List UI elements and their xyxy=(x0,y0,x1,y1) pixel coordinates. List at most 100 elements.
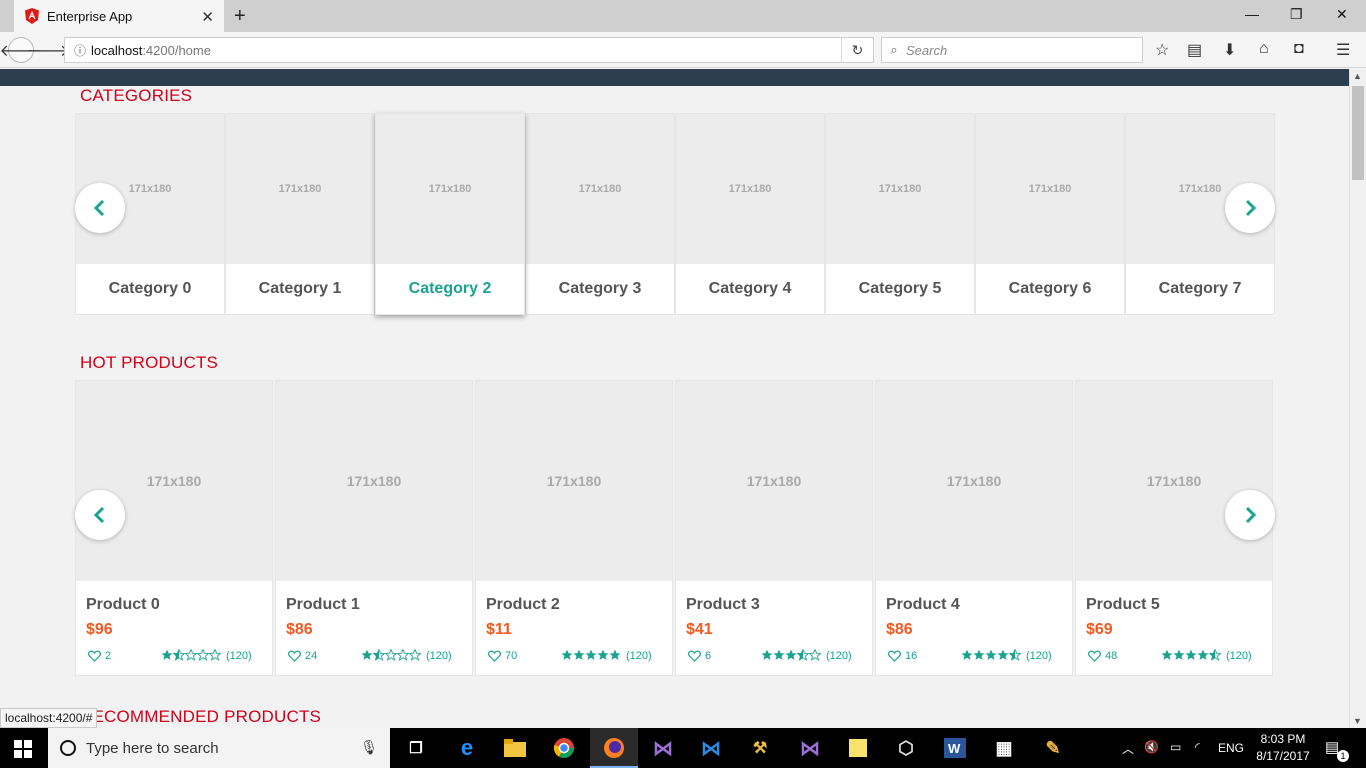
product-name[interactable]: Product 0 xyxy=(86,596,160,614)
product-card[interactable]: 171x180 Product 4 $86 16 (120) xyxy=(875,380,1073,676)
volume-icon[interactable]: 🔇 xyxy=(1144,740,1159,754)
chrome-icon[interactable] xyxy=(552,736,576,760)
rating-stars xyxy=(961,649,1021,661)
heart-icon[interactable] xyxy=(288,650,301,662)
file-explorer-icon[interactable] xyxy=(503,736,527,760)
star-icon xyxy=(373,649,385,661)
product-likes[interactable]: 2 xyxy=(88,650,111,662)
pocket-icon[interactable]: ◘ xyxy=(1294,40,1304,58)
category-card[interactable]: 171x180 Category 4 xyxy=(675,113,825,315)
product-likes[interactable]: 48 xyxy=(1088,650,1117,662)
chevron-right-icon xyxy=(1245,199,1257,217)
heart-icon[interactable] xyxy=(88,650,101,662)
virtualbox-icon[interactable]: ⬡ xyxy=(894,736,918,760)
likes-count: 24 xyxy=(305,650,318,662)
product-name[interactable]: Product 4 xyxy=(886,596,960,614)
product-image-placeholder: 171x180 xyxy=(876,381,1072,581)
url-bar[interactable]: ⓘ localhost :4200/home ↻ xyxy=(64,37,874,63)
heart-icon[interactable] xyxy=(488,650,501,662)
products-prev-button[interactable] xyxy=(75,490,125,540)
battery-icon[interactable]: ▭ xyxy=(1170,740,1181,754)
categories-prev-button[interactable] xyxy=(75,183,125,233)
category-label: Category 1 xyxy=(258,280,342,297)
product-name[interactable]: Product 3 xyxy=(686,596,760,614)
menu-icon[interactable]: ☰ xyxy=(1336,40,1350,60)
firefox-icon[interactable] xyxy=(602,736,626,760)
search-icon: ⌕ xyxy=(890,42,898,57)
product-card[interactable]: 171x180 Product 1 $86 24 (120) xyxy=(275,380,473,676)
star-icon xyxy=(161,649,173,660)
tray-expand-icon[interactable]: ︿ xyxy=(1122,740,1134,757)
microphone-icon[interactable]: 🎙 xyxy=(360,739,378,756)
product-card[interactable]: 171x180 Product 2 $11 70 (120) xyxy=(475,380,673,676)
notification-count-badge: 1 xyxy=(1337,750,1349,762)
review-count: (120) xyxy=(226,650,252,662)
edge-icon[interactable]: e xyxy=(455,735,479,760)
product-name[interactable]: Product 2 xyxy=(486,596,560,614)
star-icon xyxy=(1009,649,1021,661)
scroll-down-icon[interactable]: ▼ xyxy=(1353,716,1362,726)
status-url-tooltip: localhost:4200/# xyxy=(0,708,98,728)
browser-search-input[interactable]: ⌕ Search xyxy=(881,37,1143,63)
products-next-button[interactable] xyxy=(1225,490,1275,540)
new-tab-icon[interactable]: + xyxy=(234,5,246,28)
forward-icon[interactable]: 🡒 xyxy=(27,40,70,60)
visual-studio-2-icon[interactable]: ⋈ xyxy=(798,736,822,760)
product-name[interactable]: Product 1 xyxy=(286,596,360,614)
reload-icon[interactable]: ↻ xyxy=(841,38,873,62)
product-card[interactable]: 171x180 Product 3 $41 6 (120) xyxy=(675,380,873,676)
star-icon xyxy=(1173,649,1185,660)
word-icon[interactable]: W xyxy=(943,736,967,760)
task-view-icon[interactable]: ❐ xyxy=(404,736,428,760)
chevron-right-icon xyxy=(1245,506,1257,524)
calculator-icon[interactable]: ▦ xyxy=(992,736,1016,760)
vscode-icon[interactable]: ⋈ xyxy=(699,736,723,760)
bookmark-star-icon[interactable]: ☆ xyxy=(1155,40,1169,60)
reader-list-icon[interactable]: ▤ xyxy=(1187,40,1202,60)
scroll-thumb[interactable] xyxy=(1352,86,1364,180)
tools-icon[interactable]: ⚒ xyxy=(748,736,772,760)
category-card[interactable]: 171x180 Category 1 xyxy=(225,113,375,315)
product-price: $69 xyxy=(1086,621,1113,638)
taskbar-search-input[interactable]: Type here to search 🎙 xyxy=(48,728,390,768)
download-icon[interactable]: ⬇ xyxy=(1223,40,1236,60)
cortana-icon xyxy=(60,740,76,756)
categories-next-button[interactable] xyxy=(1225,183,1275,233)
product-name[interactable]: Product 5 xyxy=(1086,596,1160,614)
heart-icon[interactable] xyxy=(1088,650,1101,662)
product-likes[interactable]: 6 xyxy=(688,650,711,662)
window-close-icon[interactable]: ✕ xyxy=(1336,6,1348,23)
language-indicator[interactable]: ENG xyxy=(1218,741,1244,755)
site-info-icon[interactable]: ⓘ xyxy=(69,42,91,59)
close-tab-icon[interactable]: ✕ xyxy=(201,8,214,26)
visual-studio-icon[interactable]: ⋈ xyxy=(651,736,675,760)
likes-count: 70 xyxy=(505,650,518,662)
restore-icon[interactable]: ❐ xyxy=(1290,6,1303,23)
scroll-up-icon[interactable]: ▲ xyxy=(1353,71,1362,81)
category-card[interactable]: 171x180 Category 5 xyxy=(825,113,975,315)
category-card[interactable]: 171x180 Category 6 xyxy=(975,113,1125,315)
star-icon xyxy=(173,649,185,661)
heart-icon[interactable] xyxy=(888,650,901,662)
category-card[interactable]: 171x180 Category 2 xyxy=(375,113,525,315)
windows-start-icon[interactable] xyxy=(14,740,32,763)
taskbar-search-placeholder: Type here to search xyxy=(86,739,219,757)
recommended-title: RECOMMENDED PRODUCTS xyxy=(80,707,322,726)
paint-icon[interactable]: ✎ xyxy=(1041,736,1065,760)
minimize-icon[interactable]: — xyxy=(1245,6,1259,22)
chevron-left-icon xyxy=(93,506,105,524)
product-likes[interactable]: 24 xyxy=(288,650,317,662)
star-icon xyxy=(961,649,973,660)
product-likes[interactable]: 16 xyxy=(888,650,917,662)
heart-icon[interactable] xyxy=(688,650,701,662)
product-likes[interactable]: 70 xyxy=(488,650,517,662)
sticky-notes-icon[interactable] xyxy=(846,736,870,760)
taskbar-clock[interactable]: 8:03 PM 8/17/2017 xyxy=(1253,731,1313,765)
star-icon xyxy=(561,649,573,660)
category-label: Category 2 xyxy=(408,280,492,297)
category-card[interactable]: 171x180 Category 3 xyxy=(525,113,675,315)
home-icon[interactable]: ⌂ xyxy=(1259,40,1269,58)
browser-tab[interactable]: Enterprise App ✕ xyxy=(14,0,224,32)
page-scrollbar[interactable]: ▲ ▼ xyxy=(1349,69,1366,728)
wifi-icon[interactable]: ◜ xyxy=(1195,740,1200,754)
